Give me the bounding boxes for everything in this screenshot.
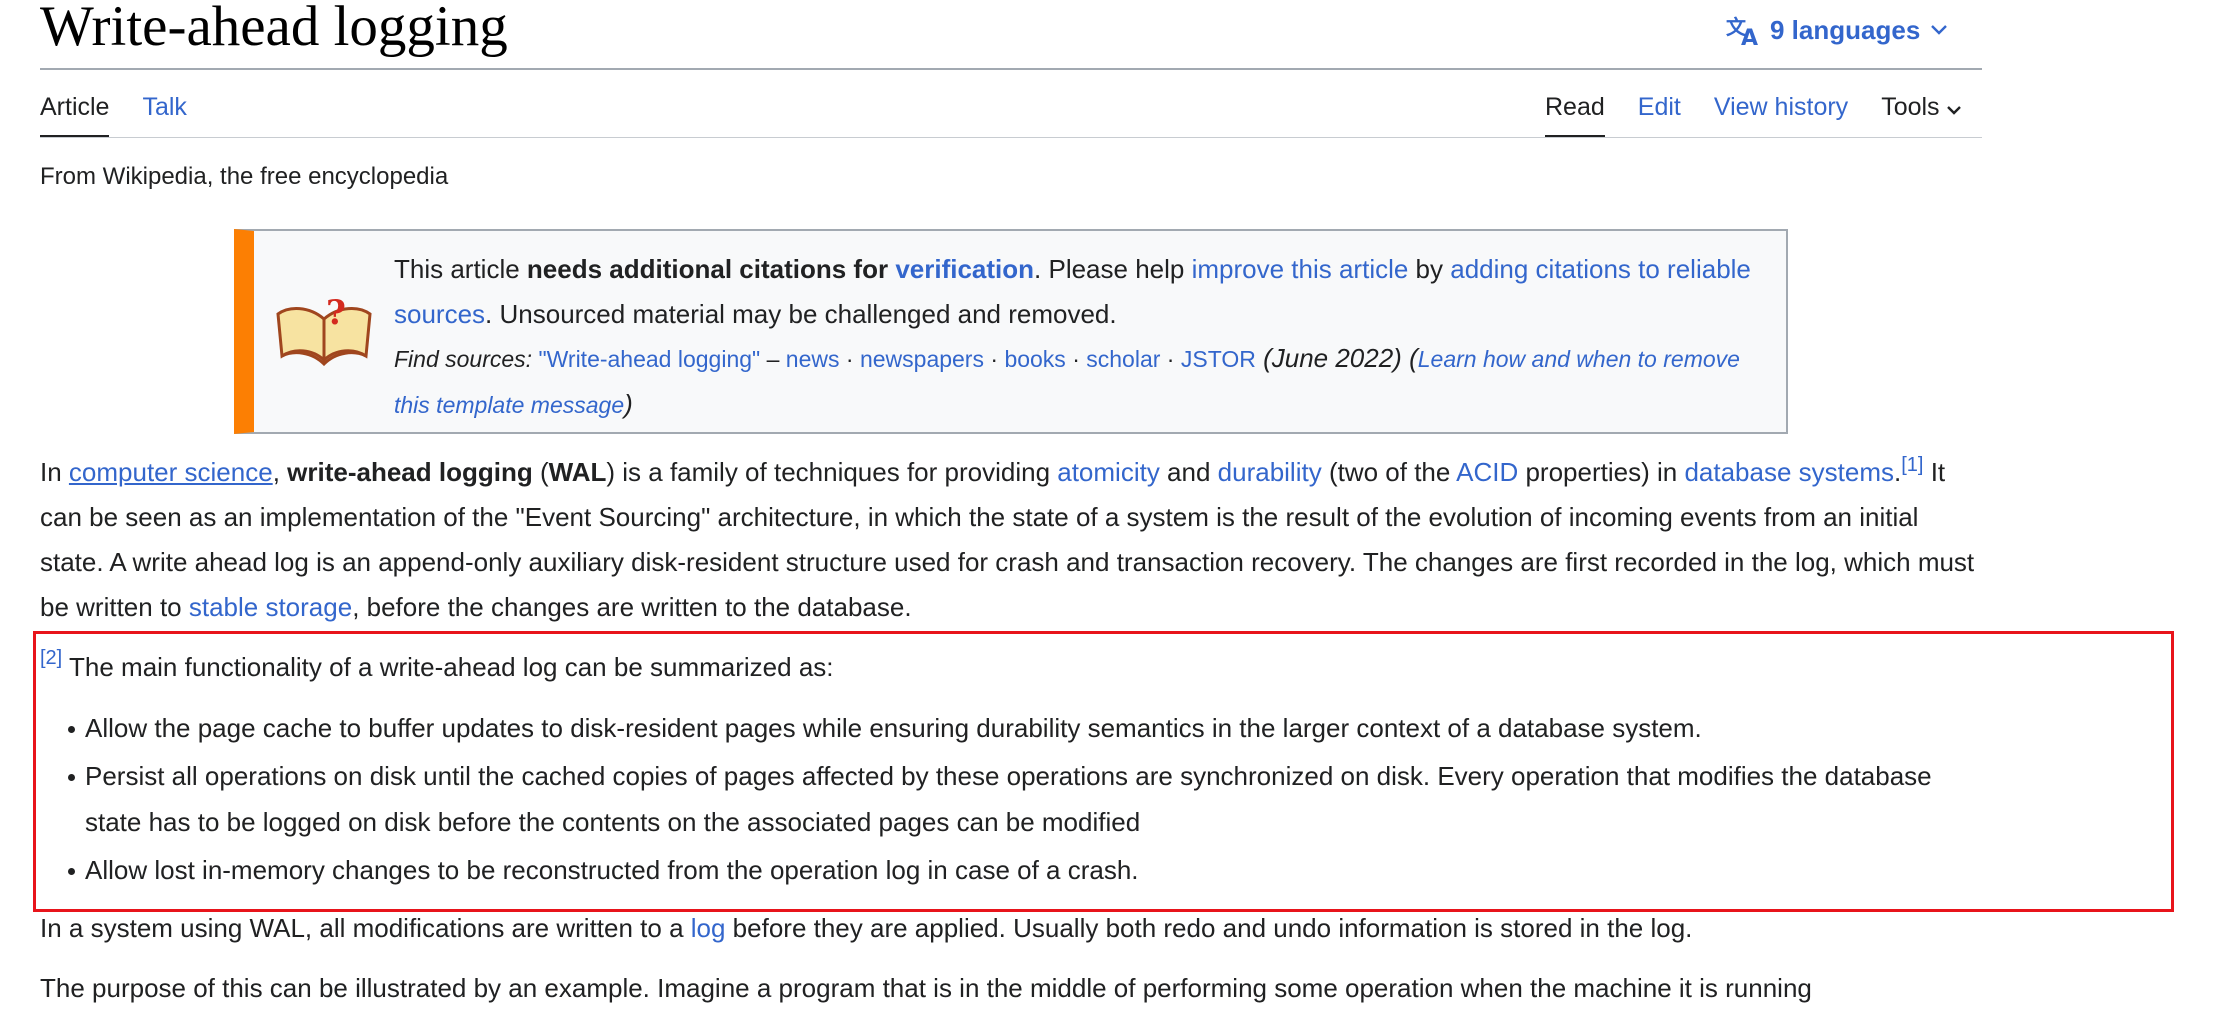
source-link-books[interactable]: books (1004, 346, 1065, 372)
intro-paragraph: In computer science, write-ahead logging… (40, 450, 1980, 630)
text: before they are applied. Usually both re… (725, 913, 1693, 943)
tab-talk[interactable]: Talk (142, 90, 186, 138)
text: (two of the (1321, 457, 1457, 487)
languages-button[interactable]: 文 A 9 languages (1726, 10, 1948, 50)
title-divider (40, 68, 1982, 70)
database-systems-link[interactable]: database systems (1684, 457, 1894, 487)
paren: ) (624, 389, 633, 419)
view-tabs: Read Edit View history Tools (1545, 90, 1995, 138)
source-link-news[interactable]: news (786, 346, 840, 372)
separator: · (839, 346, 860, 372)
wal-paragraph: In a system using WAL, all modifications… (40, 906, 1980, 951)
site-tagline: From Wikipedia, the free encyclopedia (40, 163, 449, 190)
notice-date: (June 2022) (1255, 343, 1402, 373)
reference-1-link[interactable]: [1] (1901, 454, 1923, 476)
functionality-intro: [2] The main functionality of a write-ah… (40, 645, 1980, 690)
text: In a system using WAL, all modifications… (40, 913, 691, 943)
notice-text: This article needs additional citations … (394, 247, 1774, 337)
text: ( (532, 457, 549, 487)
text: properties) in (1518, 457, 1685, 487)
computer-science-link[interactable]: computer science (69, 457, 273, 487)
find-query-link[interactable]: "Write-ahead logging" (538, 346, 760, 372)
notice-text-part: . Unsourced material may be challenged a… (485, 299, 1117, 329)
translate-icon: 文 A (1726, 14, 1762, 46)
tools-label: Tools (1881, 93, 1940, 121)
source-link-jstor[interactable]: JSTOR (1181, 346, 1256, 372)
atomicity-link[interactable]: atomicity (1057, 457, 1160, 487)
bullet-icon (68, 726, 75, 733)
tabs-divider (40, 137, 1982, 138)
languages-label: 9 languages (1770, 14, 1921, 45)
term-bold: write-ahead logging (287, 457, 533, 487)
notice-text-part: This article (394, 254, 527, 284)
tab-article[interactable]: Article (40, 90, 110, 138)
separator: · (983, 346, 1005, 372)
svg-text:?: ? (326, 294, 346, 333)
functionality-list: Allow the page cache to buffer updates t… (40, 705, 1980, 895)
notice-text-part: . Please help (1034, 254, 1192, 284)
reference-2-link[interactable]: [2] (40, 647, 62, 669)
separator: · (1065, 346, 1087, 372)
list-item-text: Allow lost in-memory changes to be recon… (85, 855, 1139, 885)
chevron-down-icon (1946, 94, 1962, 122)
list-item: Allow the page cache to buffer updates t… (40, 705, 1980, 751)
functionality-intro-text: The main functionality of a write-ahead … (62, 652, 834, 682)
source-link-newspapers[interactable]: newspapers (860, 346, 984, 372)
list-item-text: Allow the page cache to buffer updates t… (85, 713, 1702, 743)
example-paragraph: The purpose of this can be illustrated b… (40, 973, 1812, 1003)
find-sources-label: Find sources: (394, 346, 539, 372)
chevron-down-icon (1930, 24, 1948, 36)
text: ) is a family of techniques for providin… (606, 457, 1058, 487)
text: , (272, 457, 288, 487)
namespace-tabs: Article Talk (40, 90, 220, 138)
notice-bold-text: needs additional citations for (526, 254, 896, 284)
svg-text:A: A (1741, 26, 1758, 46)
tools-menu-button[interactable]: Tools (1881, 90, 1961, 138)
acid-link[interactable]: ACID (1456, 457, 1518, 487)
find-sources: Find sources: "Write-ahead logging" – ne… (394, 336, 1774, 428)
page-title: Write-ahead logging (40, 0, 508, 58)
list-item: Persist all operations on disk until the… (40, 753, 1980, 845)
durability-link[interactable]: durability (1218, 457, 1322, 487)
source-link-scholar[interactable]: scholar (1086, 346, 1160, 372)
text: , before the changes are written to the … (352, 592, 912, 622)
separator: · (1160, 346, 1181, 372)
citation-notice: ? This article needs additional citation… (234, 229, 1788, 434)
list-item-text: Persist all operations on disk until the… (85, 761, 1932, 837)
tab-read[interactable]: Read (1545, 90, 1605, 138)
tab-edit[interactable]: Edit (1638, 90, 1681, 138)
tab-view-history[interactable]: View history (1714, 90, 1848, 138)
text: and (1159, 457, 1218, 487)
separator: – (760, 346, 786, 372)
list-item: Allow lost in-memory changes to be recon… (40, 847, 1980, 893)
abbr-bold: WAL (548, 457, 607, 487)
improve-article-link[interactable]: improve this article (1192, 254, 1409, 284)
verification-link[interactable]: verification (895, 254, 1034, 284)
text: In (40, 457, 69, 487)
bullet-icon (68, 868, 75, 875)
paren: ( (1401, 343, 1418, 373)
book-question-icon: ? (274, 293, 374, 379)
log-link[interactable]: log (691, 913, 726, 943)
stable-storage-link[interactable]: stable storage (189, 592, 352, 622)
notice-text-part: by (1408, 254, 1451, 284)
bullet-icon (68, 774, 75, 781)
